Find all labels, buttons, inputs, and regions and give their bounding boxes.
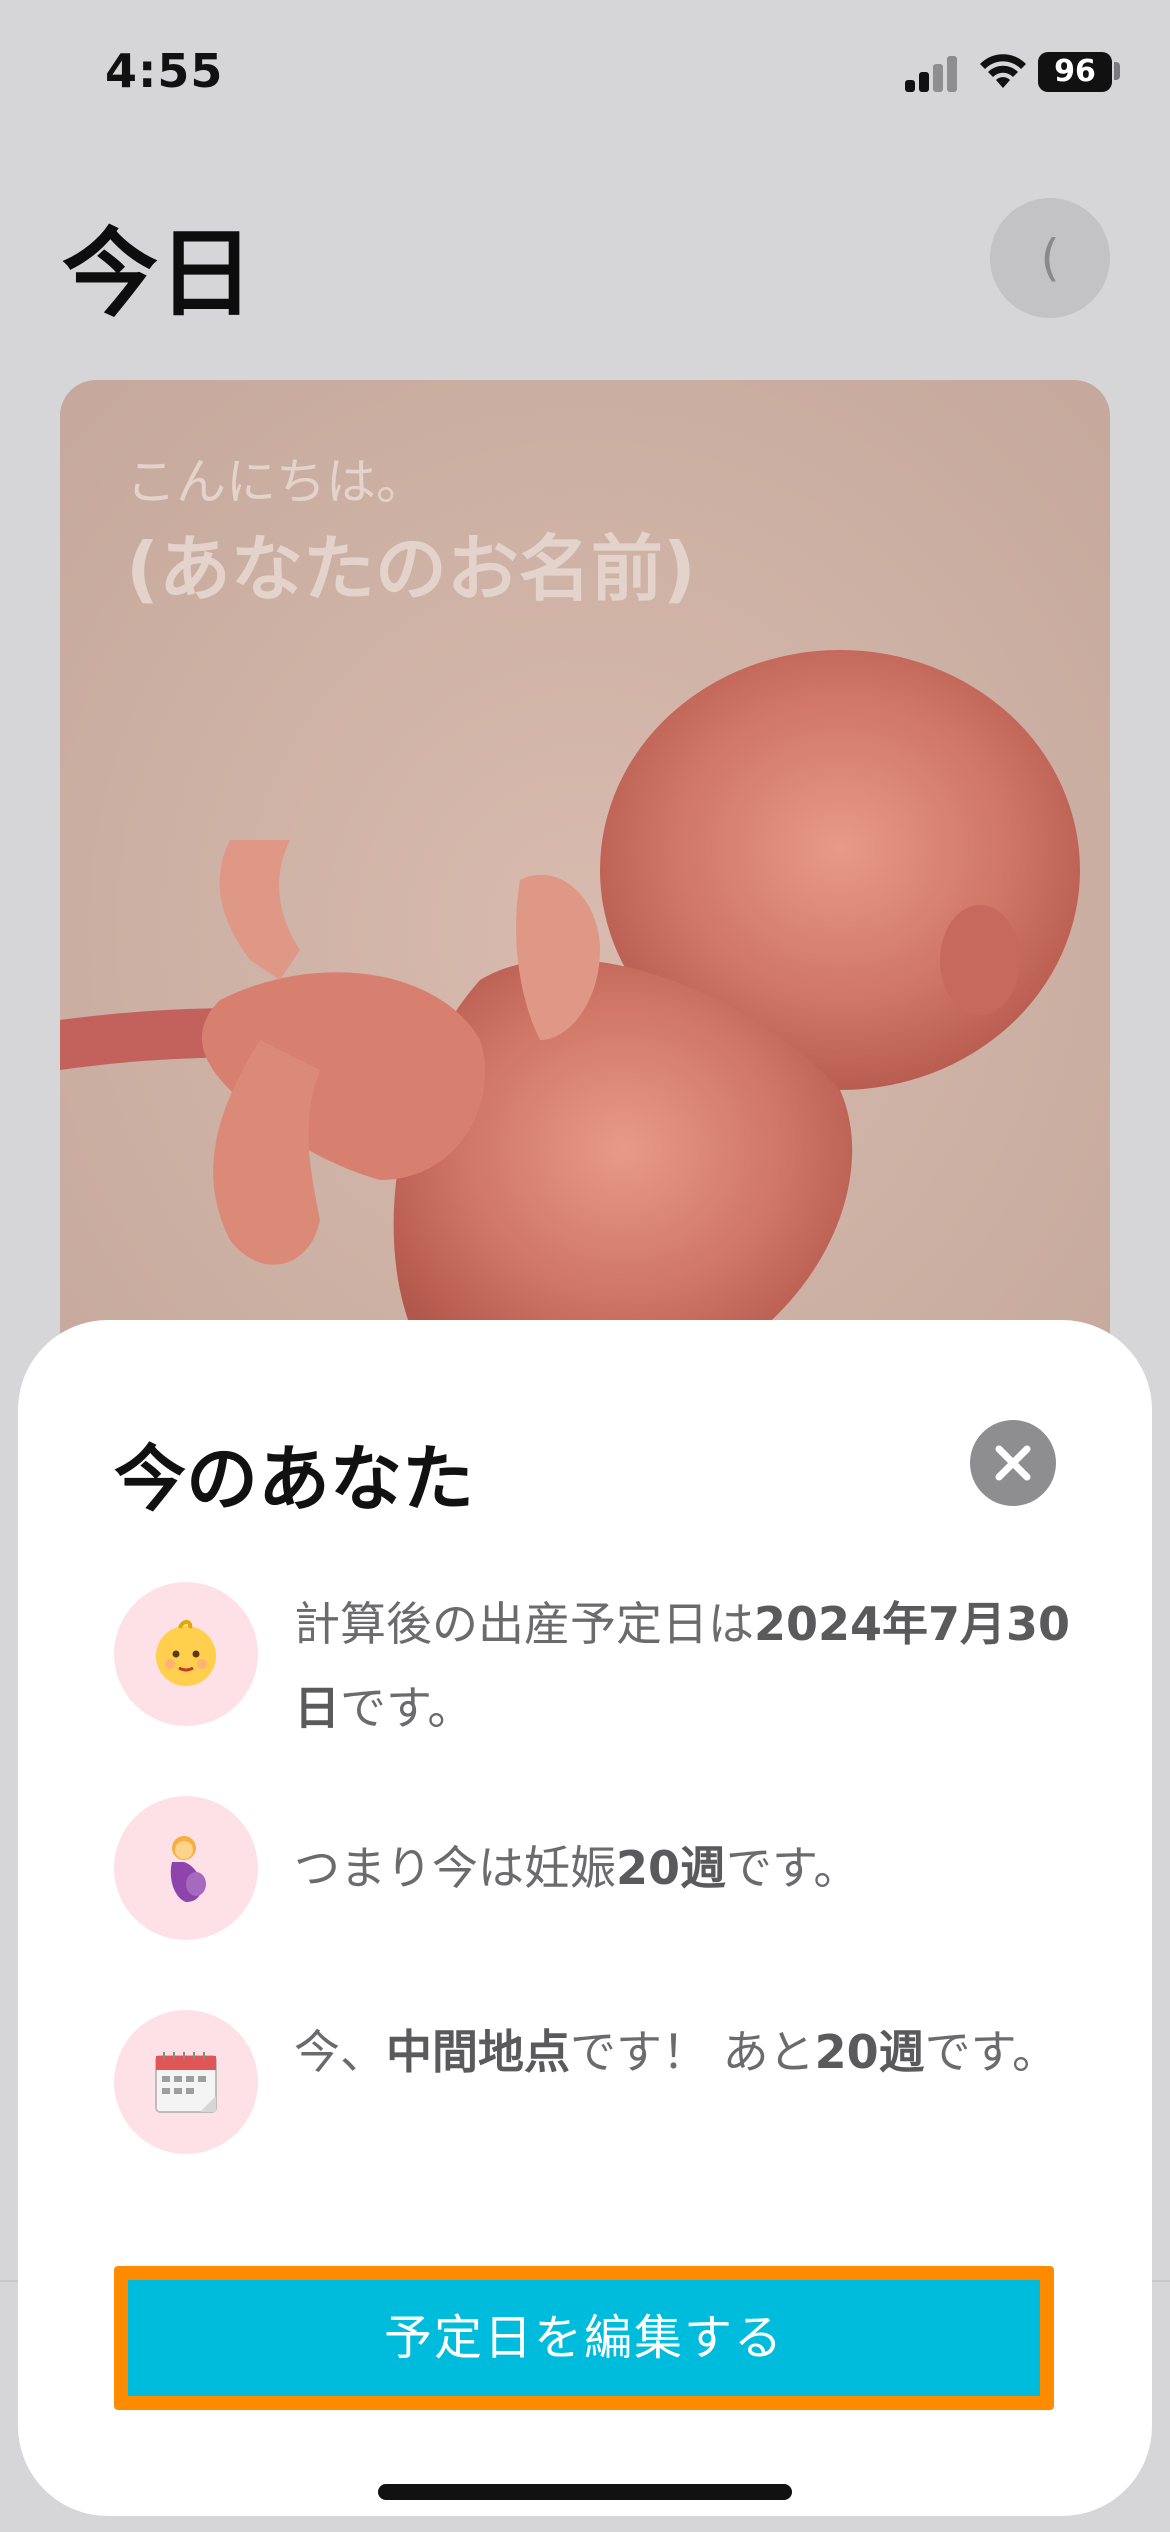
wifi-icon — [980, 54, 1026, 88]
hero-user-name: (あなたのお名前) — [126, 527, 696, 611]
battery-indicator: 96 — [1038, 52, 1112, 92]
hero-card: こんにちは。 (あなたのお名前) — [60, 380, 1110, 1380]
midpoint-row: 今、中間地点です！ あと20週です。 — [114, 2010, 1114, 2180]
cellular-signal-icon — [905, 52, 957, 92]
info-bottom-sheet: 今のあなた 計算後の出産予定日は2024年7月30日です。 つまり今は妊娠20週… — [18, 1320, 1152, 2516]
calendar-icon — [114, 2010, 258, 2154]
due-date-text: 計算後の出産予定日は2024年7月30日です。 — [294, 1597, 1071, 1735]
status-time: 4:55 — [105, 44, 224, 98]
baby-face-icon — [114, 1582, 258, 1726]
pregnancy-week-text: つまり今は妊娠20週です。 — [294, 1841, 860, 1895]
edit-due-date-button[interactable]: 予定日を編集する — [128, 2280, 1040, 2396]
close-icon — [995, 1445, 1031, 1481]
fetus-illustration — [60, 650, 1080, 1380]
pregnant-woman-icon — [114, 1796, 258, 1940]
pregnancy-week-row: つまり今は妊娠20週です。 — [114, 1796, 1114, 1940]
edit-due-date-button-highlight: 予定日を編集する — [114, 2266, 1054, 2410]
page-title: 今日 — [62, 218, 254, 330]
hero-greeting: こんにちは。 — [126, 453, 426, 511]
battery-tip — [1114, 62, 1120, 80]
sheet-title: 今のあなた — [114, 1437, 475, 1521]
profile-avatar-button[interactable]: ( — [990, 198, 1110, 318]
close-button[interactable] — [970, 1420, 1056, 1506]
midpoint-text: 今、中間地点です！ あと20週です。 — [294, 2025, 1059, 2079]
home-indicator[interactable] — [378, 2484, 792, 2500]
due-date-row: 計算後の出産予定日は2024年7月30日です。 — [114, 1582, 1114, 1752]
